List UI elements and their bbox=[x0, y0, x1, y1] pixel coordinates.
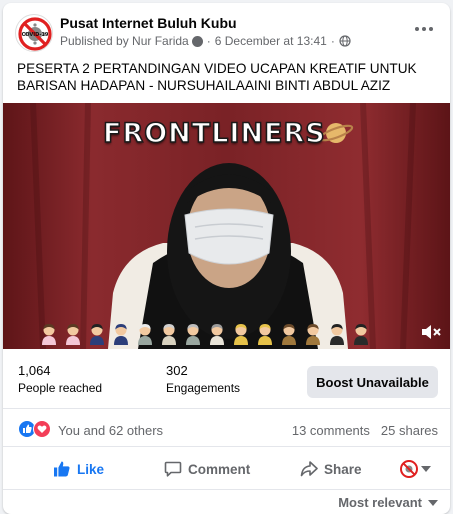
post-meta: Published by Nur Farida · 6 December at … bbox=[60, 34, 351, 48]
chevron-down-icon bbox=[421, 466, 431, 472]
post-as-selector[interactable] bbox=[399, 454, 431, 484]
post-card: COVID-19 Pusat Internet Buluh Kubu Publi… bbox=[3, 3, 450, 514]
reaction-summary[interactable]: You and 62 others bbox=[58, 423, 163, 438]
video-player[interactable]: FRONTLINERS bbox=[3, 103, 450, 349]
video-overlay-title: FRONTLINERS bbox=[102, 117, 326, 150]
more-dot-icon bbox=[422, 27, 426, 31]
post-header: COVID-19 Pusat Internet Buluh Kubu Publi… bbox=[3, 3, 450, 57]
post-actions: Like Comment Share bbox=[3, 448, 450, 490]
page-name-link[interactable]: Pusat Internet Buluh Kubu bbox=[60, 15, 237, 31]
person-emoji-icon bbox=[162, 324, 176, 345]
person-emoji-icon bbox=[114, 324, 128, 345]
shares-count[interactable]: 25 shares bbox=[381, 423, 438, 438]
emoji-figure-row bbox=[39, 321, 371, 345]
globe-icon[interactable] bbox=[339, 35, 351, 47]
chevron-down-icon bbox=[428, 499, 438, 506]
person-emoji-icon bbox=[138, 324, 152, 345]
people-reached-value: 1,064 bbox=[18, 363, 51, 378]
publisher-info-icon[interactable] bbox=[191, 35, 203, 47]
avatar-logo-text: COVID-19 bbox=[22, 32, 49, 38]
thumbs-up-icon bbox=[54, 461, 70, 477]
engagement-counts: 13 comments 25 shares bbox=[292, 423, 438, 438]
person-emoji-icon bbox=[186, 324, 200, 345]
engagements-stat[interactable]: 302 Engagements bbox=[166, 363, 240, 395]
share-label: Share bbox=[324, 461, 362, 477]
person-emoji-icon bbox=[210, 324, 224, 345]
meta-separator: · bbox=[330, 34, 335, 48]
meta-separator: · bbox=[206, 34, 211, 48]
reaction-icons[interactable] bbox=[18, 420, 54, 438]
volume-muted-icon[interactable] bbox=[420, 322, 442, 342]
reactions-bar: You and 62 others 13 comments 25 shares bbox=[3, 409, 450, 447]
sort-label: Most relevant bbox=[338, 495, 422, 510]
insights-bar: 1,064 People reached 302 Engagements Boo… bbox=[3, 353, 450, 409]
covid-no-logo-icon bbox=[400, 460, 418, 478]
person-emoji-icon bbox=[66, 324, 80, 345]
comment-label: Comment bbox=[188, 461, 251, 477]
people-reached-label: People reached bbox=[18, 381, 103, 395]
page-avatar[interactable]: COVID-19 bbox=[15, 14, 53, 52]
more-dot-icon bbox=[415, 27, 419, 31]
engagements-value: 302 bbox=[166, 363, 188, 378]
comment-sort-dropdown[interactable]: Most relevant bbox=[338, 495, 438, 510]
person-emoji-icon bbox=[42, 324, 56, 345]
person-emoji-icon bbox=[306, 324, 320, 345]
post-timestamp[interactable]: 6 December at 13:41 bbox=[215, 34, 327, 48]
comment-icon bbox=[164, 461, 182, 477]
comment-button[interactable]: Comment bbox=[164, 454, 250, 484]
engagements-label: Engagements bbox=[166, 381, 241, 395]
people-reached-stat[interactable]: 1,064 People reached bbox=[18, 363, 102, 395]
covid-no-logo-icon: COVID-19 bbox=[18, 17, 52, 51]
more-dot-icon bbox=[429, 27, 433, 31]
share-button[interactable]: Share bbox=[300, 454, 362, 484]
like-icon bbox=[18, 420, 36, 438]
love-icon bbox=[33, 420, 51, 438]
person-emoji-icon bbox=[258, 324, 272, 345]
person-emoji-icon bbox=[234, 324, 248, 345]
published-by[interactable]: Published by Nur Farida bbox=[60, 34, 189, 48]
boost-unavailable-button[interactable]: Boost Unavailable bbox=[307, 366, 438, 398]
post-text: PESERTA 2 PERTANDINGAN VIDEO UCAPAN KREA… bbox=[17, 61, 417, 93]
person-emoji-icon bbox=[282, 324, 296, 345]
more-options-button[interactable] bbox=[410, 15, 438, 43]
person-emoji-icon bbox=[330, 324, 344, 345]
person-emoji-icon bbox=[354, 324, 368, 345]
like-label: Like bbox=[77, 461, 105, 477]
person-emoji-icon bbox=[90, 324, 104, 345]
share-arrow-icon bbox=[300, 461, 318, 477]
like-button[interactable]: Like bbox=[53, 454, 104, 484]
comments-count[interactable]: 13 comments bbox=[292, 423, 370, 438]
